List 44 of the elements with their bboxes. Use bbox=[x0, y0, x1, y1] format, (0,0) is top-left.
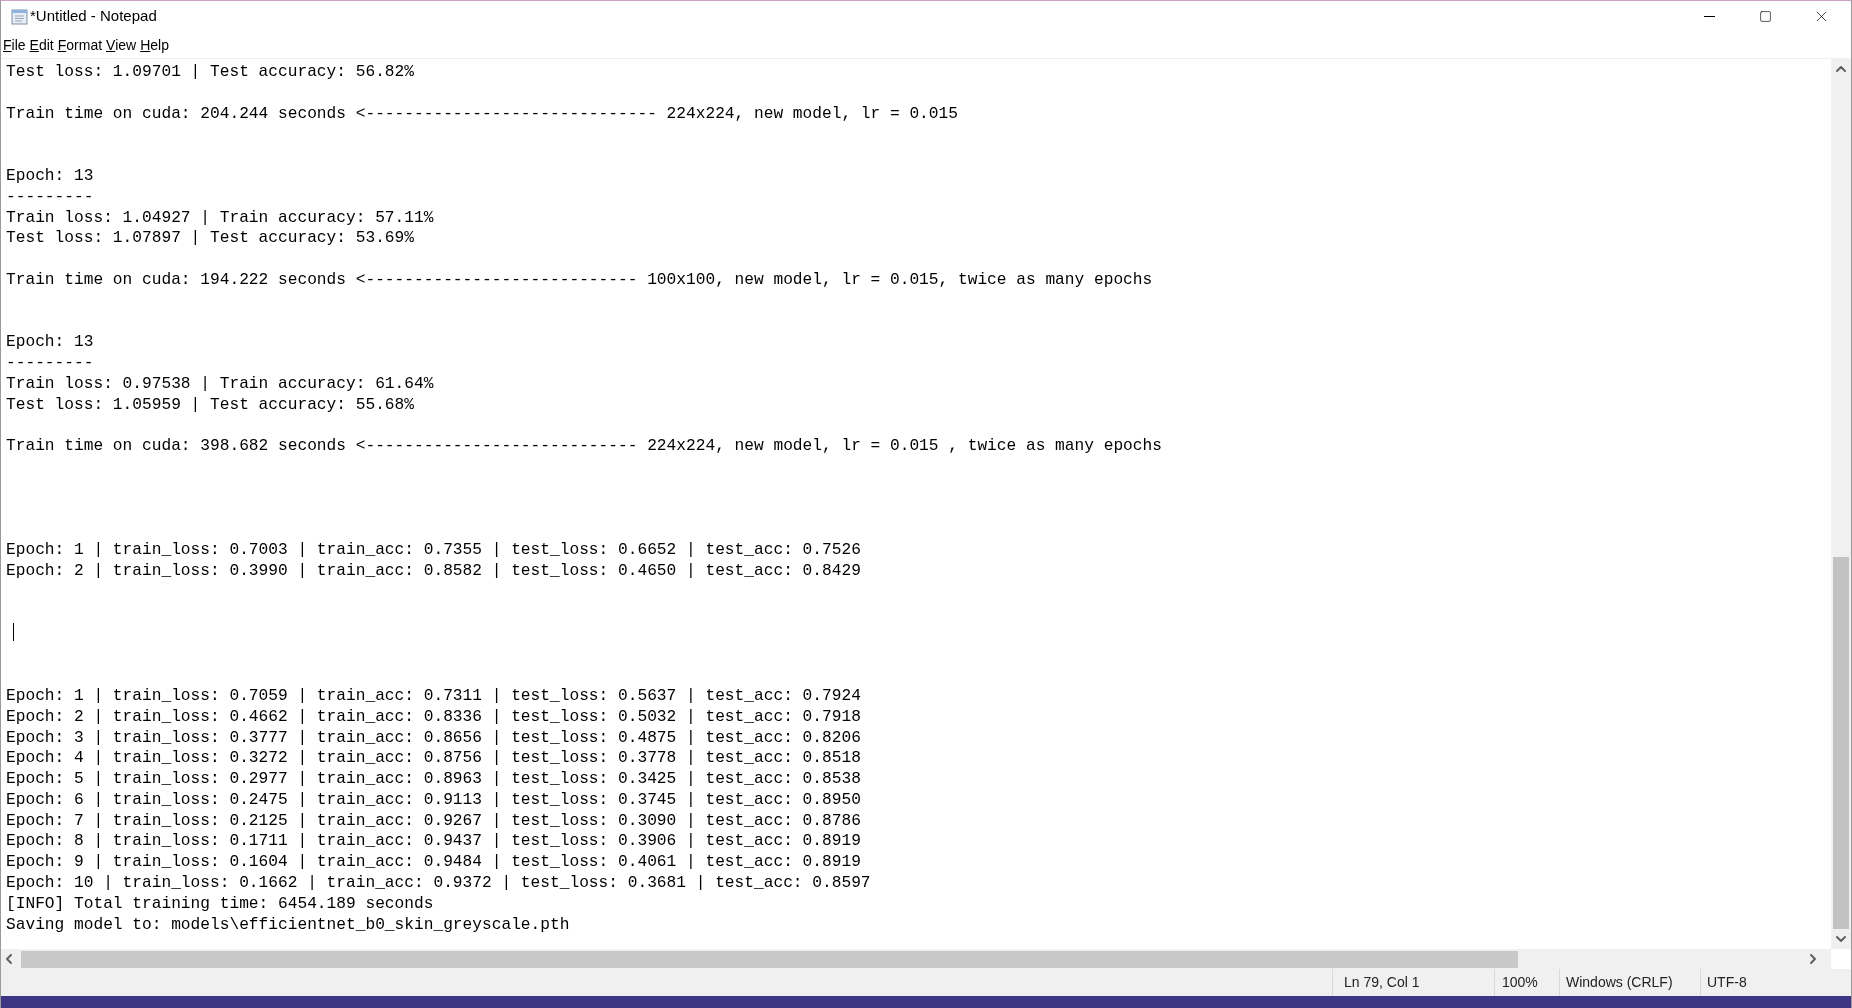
menu-item[interactable]: View bbox=[104, 34, 139, 56]
text-line: Epoch: 2 | train_loss: 0.3990 | train_acc: 0.8582 | test_loss: 0.4650 | test_acc: 0.8429 bbox=[6, 562, 861, 581]
scrollbar-thumb[interactable] bbox=[21, 950, 1518, 968]
text-line: [INFO] Total training time: 6454.189 seconds bbox=[6, 894, 434, 913]
window-title: *Untitled - Notepad bbox=[30, 6, 157, 27]
text-line: Train loss: 1.04927 | Train accuracy: 57.11% bbox=[6, 208, 434, 227]
zoom-level: 100% bbox=[1502, 973, 1538, 992]
maximize-icon bbox=[1758, 10, 1772, 23]
cursor-position: Ln 79, Col 1 bbox=[1344, 973, 1420, 992]
menu-item[interactable]: Edit bbox=[27, 34, 56, 56]
text-line: Epoch: 6 | train_loss: 0.2475 | train_acc: 0.9113 | test_loss: 0.3745 | test_acc: 0.8950 bbox=[6, 790, 861, 809]
text-line: Train time on cuda: 204.244 seconds <------------------------------ 224x224, new model, lr = 0.015 bbox=[6, 104, 958, 123]
vertical-scrollbar[interactable] bbox=[1831, 59, 1851, 949]
text-line: Epoch: 13 bbox=[6, 333, 94, 352]
text-line: Train loss: 0.97538 | Train accuracy: 61.64% bbox=[6, 374, 434, 393]
text-line: Epoch: 9 | train_loss: 0.1604 | train_acc: 0.9484 | test_loss: 0.4061 | test_acc: 0.8919 bbox=[6, 853, 861, 872]
notepad-icon bbox=[11, 8, 28, 25]
text-line: Test loss: 1.09701 | Test accuracy: 56.82% bbox=[6, 63, 414, 81]
menu-item[interactable]: File bbox=[1, 34, 28, 56]
text-line: Epoch: 8 | train_loss: 0.1711 | train_acc: 0.9437 | test_loss: 0.3906 | test_acc: 0.8919 bbox=[6, 832, 861, 851]
encoding: UTF-8 bbox=[1707, 973, 1747, 992]
text-line: Train time on cuda: 194.222 seconds <---------------------------- 100x100, new model, lr = 0.015, twice as many epochs bbox=[6, 270, 1153, 289]
text-line: Saving model to: models\efficientnet_b0_skin_greyscale.pth bbox=[6, 915, 570, 934]
text-line: Epoch: 2 | train_loss: 0.4662 | train_acc: 0.8336 | test_loss: 0.5032 | test_acc: 0.7918 bbox=[6, 707, 861, 726]
minimize-icon bbox=[1703, 16, 1715, 17]
text-line: Epoch: 13 bbox=[6, 167, 94, 185]
text-line: Test loss: 1.07897 | Test accuracy: 53.69% bbox=[6, 229, 414, 248]
text-line: Epoch: 5 | train_loss: 0.2977 | train_acc: 0.8963 | test_loss: 0.3425 | test_acc: 0.8538 bbox=[6, 770, 861, 789]
text-line: Epoch: 10 | train_loss: 0.1662 | train_acc: 0.9372 | test_loss: 0.3681 | test_acc: 0.8597 bbox=[6, 874, 871, 893]
text-line: Epoch: 1 | train_loss: 0.7059 | train_acc: 0.7311 | test_loss: 0.5637 | test_acc: 0.7924 bbox=[6, 686, 861, 705]
scrollbar-thumb[interactable] bbox=[1833, 557, 1849, 929]
text-cursor bbox=[13, 622, 14, 641]
text-line: Epoch: 4 | train_loss: 0.3272 | train_acc: 0.8756 | test_loss: 0.3778 | test_acc: 0.8518 bbox=[6, 749, 861, 768]
text-line: --------- bbox=[6, 187, 94, 206]
text-line: Train time on cuda: 398.682 seconds <---------------------------- 224x224, new model, lr = 0.015 , twice as many epochs bbox=[6, 437, 1162, 456]
horizontal-scrollbar[interactable] bbox=[1, 949, 1831, 969]
line-ending: Windows (CRLF) bbox=[1566, 973, 1673, 992]
text-line: Test loss: 1.05959 | Test accuracy: 55.68% bbox=[6, 395, 414, 414]
menu-item[interactable]: Help bbox=[138, 34, 171, 56]
text-line: Epoch: 7 | train_loss: 0.2125 | train_acc: 0.9267 | test_loss: 0.3090 | test_acc: 0.8786 bbox=[6, 811, 861, 830]
text-line: --------- bbox=[6, 354, 94, 373]
text-line: Epoch: 1 | train_loss: 0.7003 | train_acc: 0.7355 | test_loss: 0.6652 | test_acc: 0.7526 bbox=[6, 541, 861, 560]
text-line: Epoch: 3 | train_loss: 0.3777 | train_acc: 0.8656 | test_loss: 0.4875 | test_acc: 0.8206 bbox=[6, 728, 861, 747]
menu-item[interactable]: Format bbox=[55, 34, 105, 56]
